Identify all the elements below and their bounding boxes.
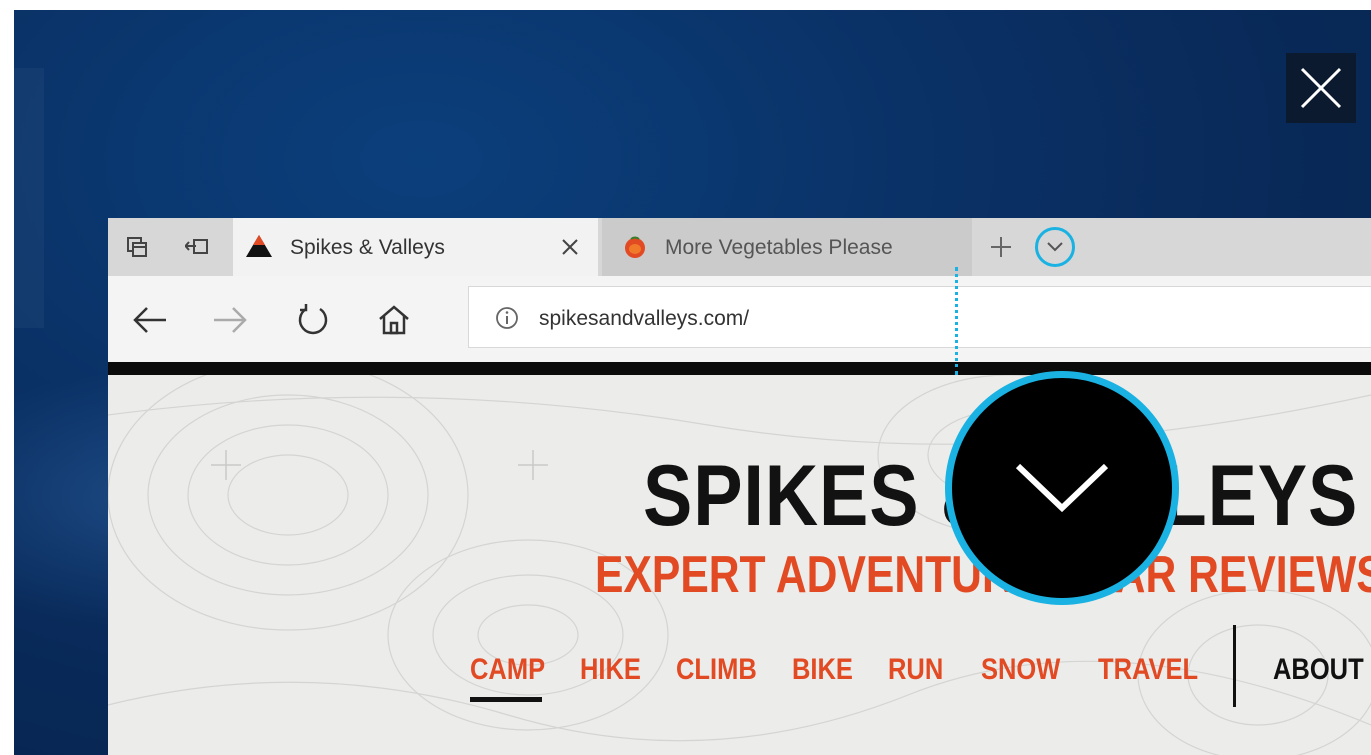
tab-spikes-valleys[interactable]: Spikes & Valleys: [233, 218, 598, 276]
nav-divider: [1233, 625, 1236, 707]
tab-set-aside-icon: [185, 239, 208, 254]
new-tab-button[interactable]: [986, 232, 1016, 262]
nav-link-snow[interactable]: SNOW: [981, 653, 1060, 687]
nav-link-hike[interactable]: HIKE: [580, 653, 641, 687]
spikes-logo-icon: [246, 235, 272, 257]
back-button[interactable]: [128, 298, 172, 342]
info-icon: [496, 307, 518, 329]
nav-link-bike[interactable]: BIKE: [792, 653, 853, 687]
callout-connector: [955, 267, 958, 375]
nav-link-travel[interactable]: TRAVEL: [1098, 653, 1198, 687]
vegetable-icon: [625, 236, 645, 258]
nav-link-about[interactable]: ABOUT: [1273, 653, 1364, 687]
page-header-bar: [108, 362, 1371, 375]
web-page: SPIKES & VALLEYS EXPERT ADVENTURE GEAR R…: [108, 375, 1371, 755]
home-icon: [379, 305, 409, 335]
close-icon: [1300, 67, 1342, 109]
address-bar[interactable]: spikesandvalleys.com/: [468, 286, 1371, 348]
tab-bar: Spikes & Valleys More Vegetables Please: [108, 218, 1371, 276]
show-tab-previews-button[interactable]: [1035, 227, 1075, 267]
tab-more-vegetables[interactable]: More Vegetables Please: [602, 218, 972, 276]
tabs-aside-icon: [127, 237, 147, 257]
nav-link-run[interactable]: RUN: [888, 653, 943, 687]
chevron-down-icon: [1047, 242, 1063, 252]
forward-arrow-icon: [214, 307, 247, 333]
active-link-underline: [470, 697, 542, 702]
callout-magnified-button: [945, 371, 1179, 605]
site-info-button[interactable]: [494, 305, 520, 331]
close-button[interactable]: [1286, 53, 1356, 123]
home-button[interactable]: [372, 298, 416, 342]
navigation-bar: spikesandvalleys.com/: [108, 276, 1371, 362]
refresh-button[interactable]: [291, 298, 335, 342]
tabs-aside-button[interactable]: [122, 232, 152, 262]
forward-button[interactable]: [208, 298, 252, 342]
nav-link-camp[interactable]: CAMP: [470, 653, 545, 687]
back-arrow-icon: [133, 307, 166, 333]
browser-window: Spikes & Valleys More Vegetables Please: [108, 218, 1371, 755]
chevron-down-icon: [1015, 463, 1109, 513]
plus-icon: [991, 237, 1011, 257]
nav-link-climb[interactable]: CLIMB: [676, 653, 757, 687]
refresh-icon: [298, 304, 328, 335]
tab-title: Spikes & Valleys: [290, 236, 445, 259]
url-text: spikesandvalleys.com/: [539, 307, 750, 330]
tab-close-button[interactable]: [555, 232, 585, 262]
close-icon: [562, 239, 578, 255]
tab-title: More Vegetables Please: [665, 236, 893, 259]
background-window: [14, 68, 44, 328]
set-tabs-aside-button[interactable]: [182, 232, 212, 262]
